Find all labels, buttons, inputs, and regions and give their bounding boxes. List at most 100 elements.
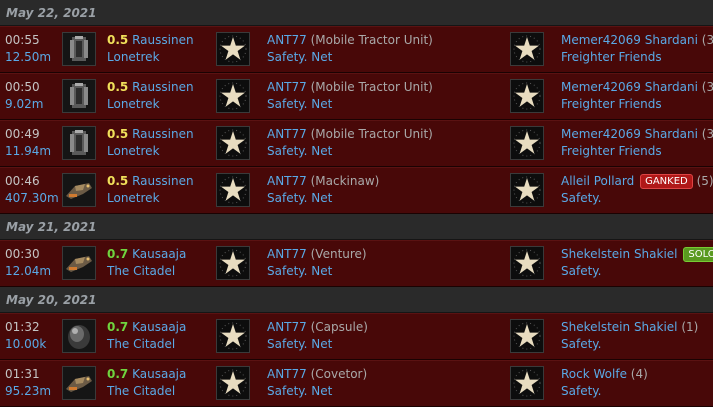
system-link[interactable]: Raussinen: [132, 33, 193, 47]
attacker-corp-link[interactable]: Freighter Friends: [561, 49, 662, 66]
attacker-corp-link[interactable]: Freighter Friends: [561, 96, 662, 113]
victim-pilot-link[interactable]: ANT77: [267, 174, 307, 188]
attacker-line: Memer42069 Shardani (3: [561, 79, 713, 96]
victim-corp-logo-icon[interactable]: [216, 32, 250, 66]
attacker-corp-link[interactable]: Freighter Friends: [561, 143, 662, 160]
venture-ship-icon[interactable]: [62, 246, 96, 280]
region-link[interactable]: Lonetrek: [107, 96, 160, 113]
victim-line: ANT77 (Mackinaw): [267, 173, 379, 190]
victim-line: ANT77 (Capsule): [267, 319, 368, 336]
attacker-corp-link[interactable]: Safety.: [561, 336, 602, 353]
system-line: 0.5 Raussinen: [107, 32, 194, 49]
day-header: May 21, 2021: [0, 214, 713, 240]
victim-corp-link[interactable]: Safety. Net: [267, 143, 332, 160]
attacker-pilot-link[interactable]: Shekelstein Shakiel: [561, 320, 678, 334]
victim-line: ANT77 (Covetor): [267, 366, 367, 383]
killmail-row[interactable]: 01:32 10.00k 0.7 Kausaaja The Citadel ANT77 …: [0, 313, 713, 360]
mobile-tractor-unit-icon[interactable]: [62, 32, 96, 66]
victim-corp-link[interactable]: Safety. Net: [267, 336, 332, 353]
victim-pilot-link[interactable]: ANT77: [267, 80, 307, 94]
victim-corp-link[interactable]: Safety. Net: [267, 383, 332, 400]
system-line: 0.5 Raussinen: [107, 79, 194, 96]
covetor-ship-icon[interactable]: [62, 366, 96, 400]
killmail-row[interactable]: 01:31 95.23m 0.7 Kausaaja The Citadel ANT77 …: [0, 360, 713, 407]
kill-time: 00:49: [5, 127, 40, 141]
day-header: May 20, 2021: [0, 287, 713, 313]
killmail-row[interactable]: 00:30 12.04m 0.7 Kausaaja The Citadel ANT77 …: [0, 240, 713, 287]
attacker-corp-logo-icon[interactable]: [510, 32, 544, 66]
capsule-icon[interactable]: [62, 319, 96, 353]
killmail-row[interactable]: 00:50 9.02m 0.5 Raussinen Lonetrek ANT77 (Mo…: [0, 73, 713, 120]
victim-line: ANT77 (Venture): [267, 246, 367, 263]
system-link[interactable]: Kausaaja: [132, 247, 186, 261]
system-link[interactable]: Raussinen: [132, 174, 193, 188]
victim-corp-logo-icon[interactable]: [216, 246, 250, 280]
attacker-pilot-link[interactable]: Alleil Pollard: [561, 174, 634, 188]
victim-corp-link[interactable]: Safety. Net: [267, 190, 332, 207]
killmail-row[interactable]: 00:46 407.30m 0.5 Raussinen Lonetrek ANT77 (…: [0, 167, 713, 214]
region-link[interactable]: Lonetrek: [107, 143, 160, 160]
victim-corp-link[interactable]: Safety. Net: [267, 96, 332, 113]
isk-value: 11.94m: [5, 144, 52, 158]
victim-pilot-link[interactable]: ANT77: [267, 127, 307, 141]
attacker-pilot-link[interactable]: Rock Wolfe: [561, 367, 627, 381]
victim-corp-logo-icon[interactable]: [216, 79, 250, 113]
region-link[interactable]: The Citadel: [107, 263, 175, 280]
victim-ship-type: (Mobile Tractor Unit): [310, 80, 433, 94]
attacker-pilot-link[interactable]: Memer42069 Shardani: [561, 80, 698, 94]
attacker-count: (3: [701, 33, 713, 47]
attacker-corp-link[interactable]: Safety.: [561, 190, 602, 207]
attacker-pilot-link[interactable]: Memer42069 Shardani: [561, 33, 698, 47]
isk-value: 9.02m: [5, 97, 44, 111]
killmail-feed: May 22, 2021 00:55 12.50m 0.5 Raussinen Lone…: [0, 0, 713, 407]
victim-corp-link[interactable]: Safety. Net: [267, 49, 332, 66]
attacker-corp-logo-icon[interactable]: [510, 79, 544, 113]
attacker-corp-logo-icon[interactable]: [510, 126, 544, 160]
victim-line: ANT77 (Mobile Tractor Unit): [267, 32, 433, 49]
system-link[interactable]: Kausaaja: [132, 320, 186, 334]
victim-ship-type: (Covetor): [310, 367, 368, 381]
victim-pilot-link[interactable]: ANT77: [267, 320, 307, 334]
attacker-corp-link[interactable]: Safety.: [561, 383, 602, 400]
mobile-tractor-unit-icon[interactable]: [62, 126, 96, 160]
region-link[interactable]: Lonetrek: [107, 190, 160, 207]
killmail-row[interactable]: 00:55 12.50m 0.5 Raussinen Lonetrek ANT77 (M…: [0, 26, 713, 73]
victim-corp-logo-icon[interactable]: [216, 173, 250, 207]
system-link[interactable]: Raussinen: [132, 127, 193, 141]
victim-corp-logo-icon[interactable]: [216, 126, 250, 160]
attacker-corp-logo-icon[interactable]: [510, 246, 544, 280]
victim-line: ANT77 (Mobile Tractor Unit): [267, 126, 433, 143]
victim-ship-type: (Venture): [310, 247, 367, 261]
attacker-corp-logo-icon[interactable]: [510, 173, 544, 207]
region-link[interactable]: The Citadel: [107, 336, 175, 353]
victim-pilot-link[interactable]: ANT77: [267, 33, 307, 47]
victim-corp-logo-icon[interactable]: [216, 319, 250, 353]
attacker-corp-link[interactable]: Safety.: [561, 263, 602, 280]
attacker-count: (3: [701, 127, 713, 141]
victim-pilot-link[interactable]: ANT77: [267, 367, 307, 381]
security-status: 0.5: [107, 127, 129, 141]
attacker-count: (5): [696, 174, 713, 188]
attacker-pilot-link[interactable]: Shekelstein Shakiel: [561, 247, 678, 261]
system-link[interactable]: Kausaaja: [132, 367, 186, 381]
victim-pilot-link[interactable]: ANT77: [267, 247, 307, 261]
solo-badge: SOLO: [683, 247, 713, 262]
victim-ship-type: (Mackinaw): [310, 174, 380, 188]
victim-corp-link[interactable]: Safety. Net: [267, 263, 332, 280]
mackinaw-ship-icon[interactable]: [62, 173, 96, 207]
region-link[interactable]: The Citadel: [107, 383, 175, 400]
attacker-corp-logo-icon[interactable]: [510, 319, 544, 353]
day-header: May 22, 2021: [0, 0, 713, 26]
attacker-pilot-link[interactable]: Memer42069 Shardani: [561, 127, 698, 141]
system-link[interactable]: Raussinen: [132, 80, 193, 94]
isk-value: 12.04m: [5, 264, 52, 278]
kill-time: 00:30: [5, 247, 40, 261]
victim-ship-type: (Mobile Tractor Unit): [310, 33, 433, 47]
kill-time: 00:55: [5, 33, 40, 47]
killmail-row[interactable]: 00:49 11.94m 0.5 Raussinen Lonetrek ANT77 (M…: [0, 120, 713, 167]
attacker-corp-logo-icon[interactable]: [510, 366, 544, 400]
mobile-tractor-unit-icon[interactable]: [62, 79, 96, 113]
region-link[interactable]: Lonetrek: [107, 49, 160, 66]
kill-time: 00:46: [5, 174, 40, 188]
victim-corp-logo-icon[interactable]: [216, 366, 250, 400]
